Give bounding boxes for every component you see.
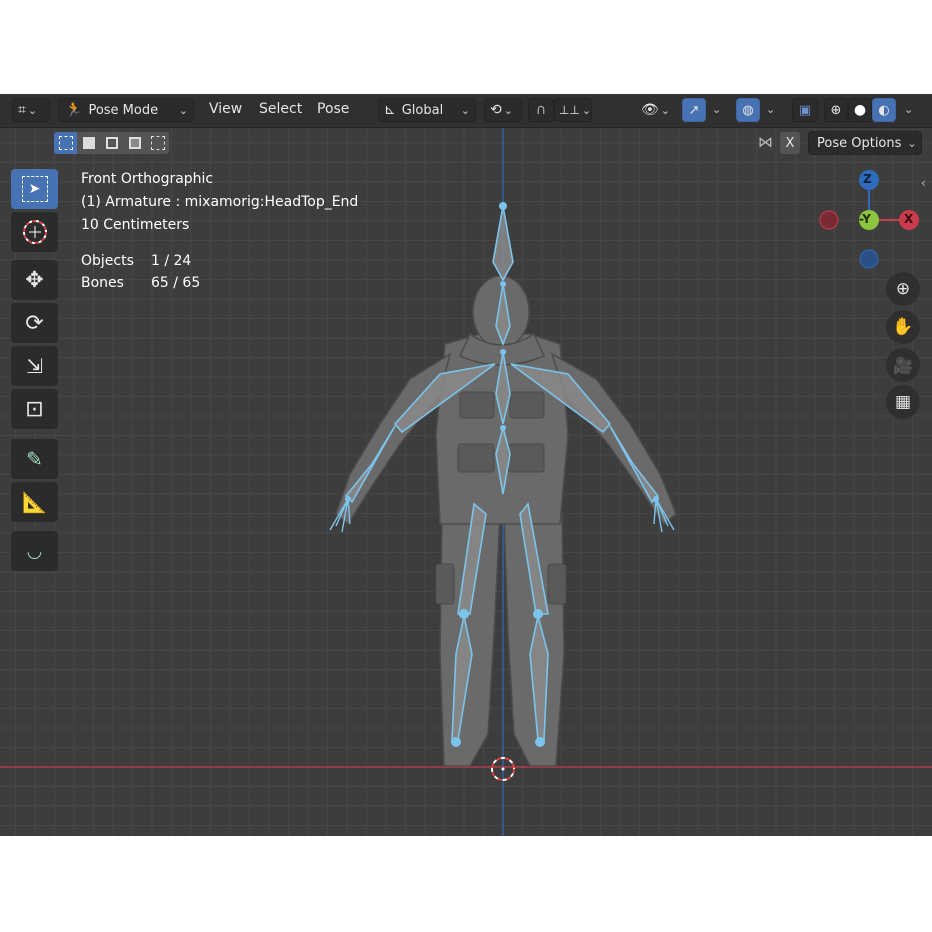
- chevron-down-icon: ⌄: [27, 103, 38, 117]
- pencil-icon: ✎: [26, 447, 43, 471]
- chevron-down-icon: ⌄: [460, 103, 470, 117]
- ortho-toggle-button[interactable]: ▦: [886, 385, 920, 419]
- pose-options-label: Pose Options: [817, 135, 902, 151]
- select-subtract-icon: [105, 137, 118, 149]
- tool-settings-bar: ⋈ X Pose Options ⌄: [0, 128, 932, 158]
- select-box-tool[interactable]: ➤: [11, 169, 58, 209]
- x-mirror-label: X: [785, 135, 795, 151]
- camera-view-button[interactable]: 🎥: [886, 348, 920, 382]
- move-tool[interactable]: ✥: [11, 260, 58, 300]
- select-new-button[interactable]: [54, 132, 77, 154]
- gizmo-z-label: Z: [863, 172, 872, 186]
- objects-stat-value: 1 / 24: [151, 253, 192, 269]
- chevron-down-icon: ⌄: [660, 103, 670, 117]
- overlays-icon: ◍: [742, 102, 754, 118]
- visibility-dropdown[interactable]: 👁 ⌄: [636, 98, 676, 122]
- select-intersect-icon: [150, 136, 165, 150]
- objects-stat-label: Objects: [81, 253, 134, 269]
- menu-pose[interactable]: Pose: [317, 101, 349, 117]
- gizmo-arrow-icon: ↗: [688, 102, 700, 118]
- eye-icon: 👁: [641, 102, 659, 118]
- mode-label: Pose Mode: [88, 102, 159, 118]
- xray-toggle[interactable]: ▣: [792, 98, 818, 122]
- transform-orientation-dropdown[interactable]: ⊾ Global ⌄: [378, 98, 476, 122]
- curve-icon: ◡: [26, 540, 43, 562]
- camera-icon: 🎥: [893, 355, 913, 375]
- rotate-icon: ⟳: [25, 310, 44, 336]
- gizmo-x-label: X: [904, 212, 914, 226]
- overlays-options-chevron-icon[interactable]: ⌄: [766, 103, 780, 116]
- annotate-tool[interactable]: ✎: [11, 439, 58, 479]
- snapping-toggle[interactable]: ∩: [528, 98, 554, 122]
- select-invert-button[interactable]: [123, 132, 146, 154]
- select-new-icon: [58, 136, 73, 150]
- select-extend-button[interactable]: [77, 132, 100, 154]
- chevron-down-icon: ⌄: [503, 103, 513, 117]
- gizmo-toggle[interactable]: ↗: [682, 98, 706, 122]
- select-extend-icon: [82, 137, 95, 149]
- shading-wireframe-button[interactable]: ⊕: [824, 98, 848, 122]
- menu-select[interactable]: Select: [259, 101, 302, 117]
- bones-stat-value: 65 / 65: [151, 275, 201, 291]
- scale-icon: ⇲: [26, 354, 43, 378]
- 3d-viewport[interactable]: ⌗ ⌄ 🏃 Pose Mode ⌄ View Select Pose ⊾ Glo…: [0, 94, 932, 836]
- shading-options-chevron-icon[interactable]: ⌄: [904, 103, 918, 116]
- pan-button[interactable]: ✋: [886, 310, 920, 344]
- overlays-toggle[interactable]: ◍: [736, 98, 760, 122]
- select-subtract-button[interactable]: [100, 132, 123, 154]
- pivot-point-dropdown[interactable]: ⟲ ⌄: [484, 98, 522, 122]
- ruler-angle-icon: 📐: [22, 490, 47, 514]
- rotate-tool[interactable]: ⟳: [11, 303, 58, 343]
- cursor-arrow-icon: ➤: [21, 176, 48, 202]
- gizmo-options-chevron-icon[interactable]: ⌄: [712, 103, 726, 116]
- transform-tool[interactable]: ⊡: [11, 389, 58, 429]
- solid-sphere-icon: ●: [853, 102, 867, 118]
- active-object-label: (1) Armature : mixamorig:HeadTop_End: [81, 194, 359, 210]
- cursor-target-icon: [22, 220, 47, 244]
- chevron-down-icon: ⌄: [178, 103, 188, 117]
- x-mirror-toggle[interactable]: X: [780, 132, 800, 154]
- hand-icon: ✋: [892, 317, 914, 337]
- wireframe-sphere-icon: ⊕: [830, 102, 842, 118]
- magnet-icon: ∩: [535, 102, 547, 118]
- scale-tool[interactable]: ⇲: [11, 346, 58, 386]
- pose-options-dropdown[interactable]: Pose Options ⌄: [808, 131, 922, 155]
- bones-stat-label: Bones: [81, 275, 124, 291]
- orientation-icon: ⊾: [384, 102, 396, 118]
- shading-solid-button[interactable]: ●: [848, 98, 872, 122]
- snap-increment-icon: ⊥⊥: [559, 103, 580, 117]
- selection-mode-group: [54, 132, 169, 154]
- view-name: Front Orthographic: [81, 171, 214, 187]
- cursor-tool[interactable]: [11, 212, 58, 252]
- relax-pose-tool[interactable]: ◡: [11, 531, 58, 571]
- material-sphere-icon: ◐: [878, 102, 890, 118]
- grid-icon: ▦: [894, 392, 912, 412]
- snap-target-dropdown[interactable]: ⊥⊥ ⌄: [554, 98, 592, 122]
- transform-icon: ⊡: [25, 396, 44, 422]
- pose-mode-icon: 🏃: [65, 102, 83, 118]
- chevron-down-icon: ⌄: [581, 103, 592, 117]
- move-arrows-icon: ✥: [25, 267, 44, 293]
- viewport-header: ⌗ ⌄ 🏃 Pose Mode ⌄ View Select Pose ⊾ Glo…: [0, 94, 932, 128]
- butterfly-mirror-icon[interactable]: ⋈: [758, 133, 773, 151]
- shading-material-button[interactable]: ◐: [872, 98, 896, 122]
- menu-view[interactable]: View: [209, 101, 242, 117]
- editor-type-dropdown[interactable]: ⌗ ⌄: [12, 98, 50, 122]
- select-intersect-button[interactable]: [146, 132, 169, 154]
- measure-tool[interactable]: 📐: [11, 482, 58, 522]
- zoom-button[interactable]: ⊕: [886, 272, 920, 306]
- chevron-down-icon: ⌄: [907, 136, 917, 150]
- xray-icon: ▣: [798, 102, 812, 118]
- sidebar-collapse-chevron-icon[interactable]: ‹: [921, 176, 926, 190]
- 3d-cursor-icon[interactable]: [486, 752, 520, 786]
- grid-editor-icon: ⌗: [18, 102, 26, 118]
- mode-dropdown[interactable]: 🏃 Pose Mode ⌄: [58, 98, 194, 122]
- select-invert-icon: [128, 137, 141, 149]
- orientation-label: Global: [401, 102, 444, 118]
- zoom-magnifier-icon: ⊕: [895, 279, 911, 299]
- pivot-icon: ⟲: [490, 102, 502, 118]
- gizmo-y-label: -Y: [859, 212, 871, 226]
- grid-scale-label: 10 Centimeters: [81, 217, 190, 233]
